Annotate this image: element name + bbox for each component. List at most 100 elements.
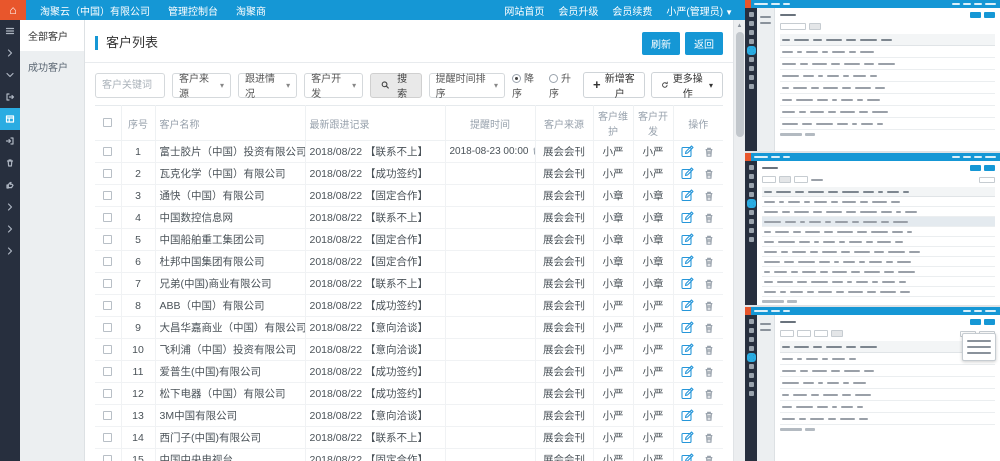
row-checkbox[interactable] (103, 147, 112, 156)
row-checkbox[interactable] (103, 169, 112, 178)
edit-icon[interactable] (681, 277, 694, 290)
customer-name[interactable]: 飞利浦（中国）投资有限公司 (155, 339, 305, 361)
delete-icon[interactable] (703, 146, 715, 158)
customer-name[interactable]: 富士胶片（中国）投资有限公司 (155, 141, 305, 163)
row-checkbox[interactable] (103, 389, 112, 398)
edit-icon[interactable] (681, 431, 694, 444)
row-checkbox[interactable] (103, 433, 112, 442)
delete-icon[interactable] (703, 322, 715, 334)
add-customer-button[interactable]: +新增客户 (583, 72, 645, 98)
customer-name[interactable]: ABB（中国）有限公司 (155, 295, 305, 317)
edit-icon[interactable] (681, 189, 694, 202)
edit-icon[interactable] (681, 255, 694, 268)
row-checkbox[interactable] (103, 191, 112, 200)
customer-name[interactable]: 中国数控信息网 (155, 207, 305, 229)
row-checkbox[interactable] (103, 213, 112, 222)
scroll-up-icon[interactable]: ▲ (734, 20, 745, 31)
nav-member-upgrade[interactable]: 会员升级 (558, 3, 598, 18)
customer-name[interactable]: 大昌华嘉商业（中国）有限公司 (155, 317, 305, 339)
edit-icon[interactable] (681, 233, 694, 246)
customer-name[interactable]: 中国中央电视台 (155, 449, 305, 461)
row-checkbox[interactable] (103, 301, 112, 310)
row-checkbox[interactable] (103, 411, 112, 420)
delete-icon[interactable] (703, 432, 715, 444)
nav-site-home[interactable]: 网站首页 (504, 3, 544, 18)
customer-source-select[interactable]: 客户来源▾ (172, 73, 231, 98)
customer-develop-select[interactable]: 客户开发▾ (304, 73, 363, 98)
select-all-checkbox[interactable] (103, 118, 112, 127)
customer-name[interactable]: 爱普生(中国)有限公司 (155, 361, 305, 383)
home-icon[interactable]: ⌂ (0, 0, 26, 20)
delete-icon[interactable] (703, 212, 715, 224)
back-button[interactable]: 返回 (685, 32, 723, 55)
submenu-item-success-customers[interactable]: 成功客户 (20, 51, 84, 82)
edit-icon[interactable] (681, 387, 694, 400)
delete-icon[interactable] (703, 366, 715, 378)
customer-name[interactable]: 瓦克化学（中国）有限公司 (155, 163, 305, 185)
customer-list-icon[interactable] (0, 108, 20, 130)
customer-name[interactable]: 兄弟(中国)商业有限公司 (155, 273, 305, 295)
delete-icon[interactable] (703, 234, 715, 246)
delete-icon[interactable] (703, 278, 715, 290)
row-checkbox[interactable] (103, 279, 112, 288)
customer-name[interactable]: 杜邦中国集团有限公司 (155, 251, 305, 273)
edit-icon[interactable] (681, 343, 694, 356)
delete-icon[interactable] (703, 454, 715, 461)
customer-name[interactable]: 3M中国有限公司 (155, 405, 305, 427)
chevron-right-icon[interactable] (0, 42, 20, 64)
sort-asc-radio[interactable]: 升序 (549, 70, 576, 100)
nav-user-menu[interactable]: 小严(管理员)▼ (666, 3, 733, 18)
refresh-button[interactable]: 刷新 (642, 32, 680, 55)
row-checkbox[interactable] (103, 367, 112, 376)
preview-window-1[interactable] (745, 0, 1000, 151)
sign-in-icon[interactable] (0, 86, 20, 108)
vertical-scrollbar[interactable]: ▲ (733, 20, 745, 461)
delete-icon[interactable] (703, 168, 715, 180)
customer-name[interactable]: 中国船舶重工集团公司 (155, 229, 305, 251)
customer-name[interactable]: 松下电器（中国）有限公司 (155, 383, 305, 405)
chevron-right-icon-2[interactable] (0, 196, 20, 218)
preview-window-3[interactable] (745, 307, 1000, 461)
delete-icon[interactable] (703, 256, 715, 268)
scrollbar-thumb[interactable] (736, 32, 744, 137)
row-checkbox[interactable] (103, 323, 112, 332)
row-checkbox[interactable] (103, 235, 112, 244)
search-button[interactable]: 搜索 (370, 73, 421, 98)
followup-status-select[interactable]: 跟进情况▾ (238, 73, 297, 98)
row-checkbox[interactable] (103, 257, 112, 266)
delete-icon[interactable] (703, 388, 715, 400)
trash-icon[interactable] (0, 152, 20, 174)
edit-icon[interactable] (681, 145, 694, 158)
reminder-sort-select[interactable]: 提醒时间排序▾ (429, 73, 505, 98)
more-actions-button[interactable]: 更多操作▾ (651, 72, 723, 98)
delete-icon[interactable] (703, 190, 715, 202)
nav-brand[interactable]: 淘聚商 (236, 3, 266, 18)
chevron-right-icon-4[interactable] (0, 240, 20, 262)
chevron-right-icon-3[interactable] (0, 218, 20, 240)
preview-window-2[interactable] (745, 153, 1000, 305)
nav-member-renew[interactable]: 会员续费 (612, 3, 652, 18)
delete-reminder-icon[interactable] (531, 146, 535, 156)
sort-desc-radio[interactable]: 降序 (512, 70, 539, 100)
submenu-item-all-customers[interactable]: 全部客户 (20, 20, 84, 51)
edit-icon[interactable] (681, 409, 694, 422)
row-checkbox[interactable] (103, 455, 112, 461)
edit-icon[interactable] (681, 453, 694, 461)
edit-icon[interactable] (681, 299, 694, 312)
chevron-down-icon[interactable] (0, 64, 20, 86)
edit-icon[interactable] (681, 321, 694, 334)
delete-icon[interactable] (703, 410, 715, 422)
nav-company[interactable]: 淘聚云（中国）有限公司 (40, 3, 150, 18)
row-checkbox[interactable] (103, 345, 112, 354)
customer-name[interactable]: 西门子(中国)有限公司 (155, 427, 305, 449)
delete-icon[interactable] (703, 300, 715, 312)
keyword-input[interactable] (95, 73, 165, 98)
customer-name[interactable]: 通快（中国）有限公司 (155, 185, 305, 207)
delete-icon[interactable] (703, 344, 715, 356)
menu-icon[interactable] (0, 20, 20, 42)
edit-icon[interactable] (681, 167, 694, 180)
edit-icon[interactable] (681, 211, 694, 224)
thumbs-up-icon[interactable] (0, 174, 20, 196)
sign-out-icon[interactable] (0, 130, 20, 152)
edit-icon[interactable] (681, 365, 694, 378)
